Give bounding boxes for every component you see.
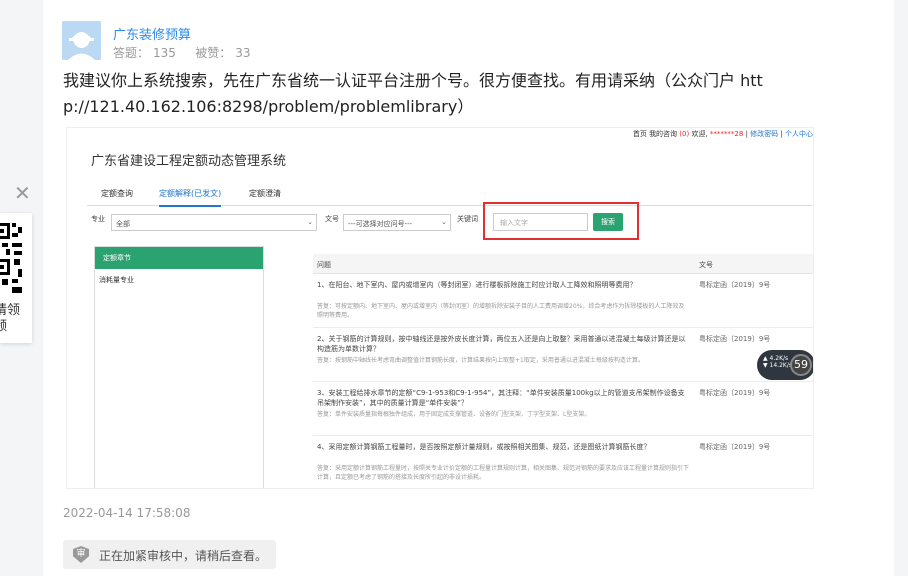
row-question: 1、在阳台、地下室内、屋内或增室内（等封闭室）进行楼板拆除施工时应计取人工降效和… [317, 281, 637, 289]
major-select: 全部 ⌄ [111, 214, 317, 231]
table-row: 4、采用定额计算钢筋工程量时，是否按照定额计量规则，或按照相关图集、规范，还是图… [313, 436, 813, 488]
answers-count: 135 [153, 46, 176, 60]
speed-unit: K/s [779, 355, 789, 362]
qr-float-widget[interactable]: 请领 频 [0, 213, 32, 343]
tab-quota-explain: 定额解释(已发文) [159, 188, 222, 207]
row-answer: 答复：单件安装质量指每根独件组成，用于固定成支撑管道、设备的门型支架、丁字型支架… [317, 411, 591, 418]
row-question: 3、安装工程给排水章节的定额“C9-1-953和C9-1-954”，其注释：“单… [317, 389, 685, 407]
answer-screenshot: 首页 我的咨询 (0) 欢迎, *******28 | 修改密码 | 个人中心 … [66, 127, 814, 489]
chevron-down-icon: ⌄ [307, 218, 313, 226]
question-table: 问题 文号 1、在阳台、地下室内、屋内或增室内（等封闭室）进行楼板拆除施工时应计… [313, 254, 813, 488]
user-name: *******28 [709, 130, 744, 138]
consult-count: (0) [679, 130, 690, 138]
doc-select: ---可选择对应问号--- ⌄ [343, 214, 451, 231]
answers-label: 答题： [113, 46, 150, 60]
network-speed-widget: ▲ 4.2K/s ▼ 14.2K/s 59 [757, 350, 813, 380]
row-question: 2、关于钢筋的计算规则，按中轴线还是按外皮长度计算，两位五入还是向上取整？采用普… [317, 335, 686, 353]
avatar[interactable] [62, 21, 101, 60]
screenshot-top-links: 首页 我的咨询 (0) 欢迎, *******28 | 修改密码 | 个人中心 [633, 129, 813, 139]
row-doc: 粤标定函〔2019〕9号 [699, 389, 771, 397]
separator: | [780, 130, 783, 138]
arrow-down-icon: ▼ [763, 362, 768, 369]
row-doc: 粤标定函〔2019〕9号 [699, 443, 771, 451]
tab-quota-query: 定额查询 [101, 189, 133, 198]
doc-label: 文号 [325, 215, 339, 223]
chapter-tree: 定额章节 消耗量专业 [94, 246, 264, 488]
likes-label: 被赞： [195, 46, 232, 60]
row-answer: 答复：按钢筋中轴线长考虑弯曲调整值计算钢筋长度，计算结果按向上取整+1取定，采用… [317, 357, 644, 364]
qr-caption-line1: 请领 [0, 303, 21, 318]
row-answer: 答复：采用定额计算钢筋工程量时，按照关专业计价定额的工程量计算规则计算，相关图集… [317, 465, 690, 481]
review-notice: 审 正在加紧审核中，请稍后查看。 [63, 540, 276, 569]
shield-icon: 审 [73, 546, 89, 563]
table-row: 1、在阳台、地下室内、屋内或增室内（等封闭室）进行楼板拆除施工时应计取人工降效和… [313, 274, 813, 328]
major-value: 全部 [116, 220, 130, 228]
likes-count: 33 [235, 46, 251, 60]
col-question: 问题 [317, 261, 331, 269]
qr-caption-line2: 频 [0, 319, 8, 334]
row-doc: 粤标定函〔2019〕9号 [699, 335, 771, 343]
tab-quota-clarify: 定额澄清 [249, 189, 281, 198]
answer-text: 我建议你上系统搜索，先在广东省统一认证平台注册个号。很方便查找。有用请采纳（公众… [63, 71, 763, 116]
table-header: 问题 文号 [313, 254, 813, 274]
review-text: 正在加紧审核中，请稍后查看。 [99, 549, 268, 563]
major-label: 专业 [91, 215, 105, 223]
answer-timestamp: 2022-04-14 17:58:08 [63, 506, 191, 520]
chevron-down-icon: ⌄ [441, 218, 447, 226]
download-speed: 14.2 [769, 362, 783, 369]
personal-center-link: 个人中心 [785, 130, 813, 138]
welcome-text: 欢迎, [691, 130, 708, 138]
system-title: 广东省建设工程定额动态管理系统 [91, 154, 287, 169]
col-doc: 文号 [699, 261, 713, 269]
tree-header: 定额章节 [95, 247, 263, 269]
change-password-link: 修改密码 [750, 130, 779, 138]
row-question: 4、采用定额计算钢筋工程量时，是否按照定额计量规则，或按照相关图集、规范，还是图… [317, 443, 651, 451]
arrow-up-icon: ▲ [763, 355, 768, 362]
author-stats: 答题： 135 被赞： 33 [113, 44, 254, 61]
screenshot-tabs: 定额查询 定额解释(已发文) 定额澄清 [87, 184, 813, 207]
tree-item: 消耗量专业 [99, 276, 134, 284]
author-name[interactable]: 广东装修预算 [113, 24, 191, 43]
upload-speed: 4.2 [769, 355, 780, 362]
user-avatar-icon [62, 21, 101, 60]
row-answer: 答复：可按定额内、地下室内、屋内或增室内（等封闭室）的增额拆除安装子目的人工费用… [317, 303, 685, 319]
keyword-label: 关键词 [457, 215, 478, 223]
keyword-input: 输入文字 [493, 213, 588, 231]
my-consult-link: 我的咨询 [649, 130, 678, 138]
home-link: 首页 [632, 130, 647, 138]
search-button: 搜索 [593, 213, 623, 231]
qr-code-icon [0, 219, 25, 299]
speed-value: 59 [790, 354, 812, 376]
row-doc: 粤标定函〔2019〕9号 [699, 281, 771, 289]
close-icon[interactable]: ✕ [14, 183, 31, 203]
qr-caption: 请领 频 [0, 303, 32, 335]
table-row: 2、关于钢筋的计算规则，按中轴线还是按外皮长度计算，两位五入还是向上取整？采用普… [313, 328, 813, 382]
doc-value: ---可选择对应问号--- [348, 220, 413, 228]
table-row: 3、安装工程给排水章节的定额“C9-1-953和C9-1-954”，其注释：“单… [313, 382, 813, 436]
separator: | [745, 130, 748, 138]
